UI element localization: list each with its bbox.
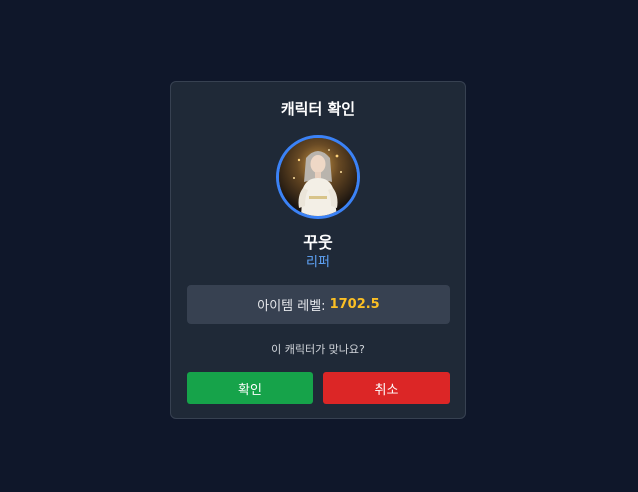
confirm-button[interactable]: 확인 bbox=[187, 372, 313, 404]
character-confirm-dialog: 캐릭터 확인 꾸웃 리퍼 아이템 레벨: 1702.5 이 캐릭터가 맞나요? … bbox=[170, 81, 466, 419]
item-level-box: 아이템 레벨: 1702.5 bbox=[187, 285, 450, 324]
cancel-button[interactable]: 취소 bbox=[323, 372, 450, 404]
confirm-question: 이 캐릭터가 맞나요? bbox=[271, 343, 365, 356]
character-avatar bbox=[276, 135, 360, 219]
character-class: 리퍼 bbox=[306, 255, 330, 270]
modal-overlay: 캐릭터 확인 꾸웃 리퍼 아이템 레벨: 1702.5 이 캐릭터가 맞나요? … bbox=[0, 0, 638, 492]
item-level-value: 1702.5 bbox=[329, 297, 380, 312]
character-name: 꾸웃 bbox=[303, 233, 333, 252]
character-portrait-image bbox=[279, 138, 357, 216]
item-level-label: 아이템 레벨: bbox=[257, 299, 326, 314]
dialog-title: 캐릭터 확인 bbox=[280, 100, 356, 118]
